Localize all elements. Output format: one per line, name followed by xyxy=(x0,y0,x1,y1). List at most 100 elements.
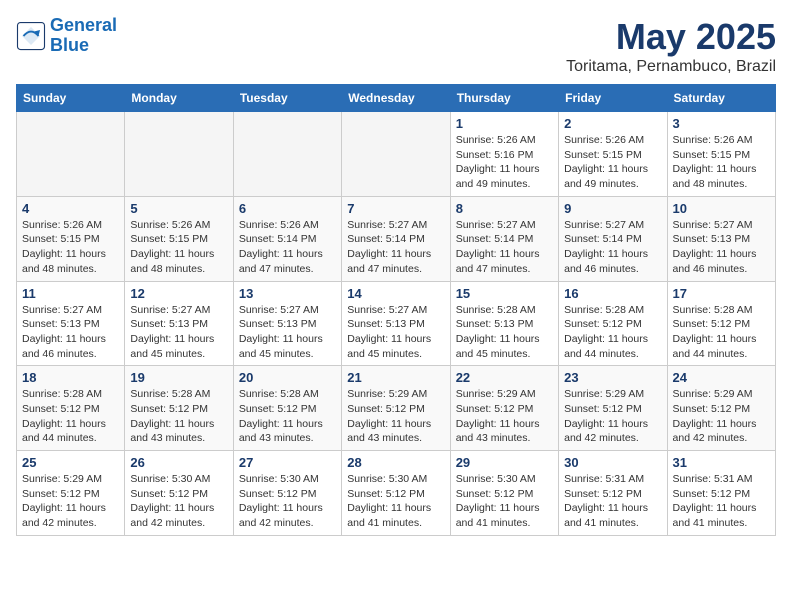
header-day-wednesday: Wednesday xyxy=(342,85,450,112)
day-number: 26 xyxy=(130,455,227,470)
day-number: 17 xyxy=(673,286,770,301)
day-number: 5 xyxy=(130,201,227,216)
day-cell: 14 Sunrise: 5:27 AM Sunset: 5:13 PM Dayli… xyxy=(342,281,450,366)
day-info: Sunrise: 5:31 AM Sunset: 5:12 PM Dayligh… xyxy=(673,472,770,531)
logo-line1: General xyxy=(50,15,117,35)
day-cell xyxy=(233,112,341,197)
day-info: Sunrise: 5:29 AM Sunset: 5:12 PM Dayligh… xyxy=(564,387,661,446)
day-info: Sunrise: 5:28 AM Sunset: 5:12 PM Dayligh… xyxy=(130,387,227,446)
day-cell: 22Sunrise: 5:29 AM Sunset: 5:12 PM Dayli… xyxy=(450,366,558,451)
header-day-tuesday: Tuesday xyxy=(233,85,341,112)
day-number: 16 xyxy=(564,286,661,301)
day-cell: 4 Sunrise: 5:26 AM Sunset: 5:15 PM Daylig… xyxy=(17,196,125,281)
day-cell: 7Sunrise: 5:27 AM Sunset: 5:14 PM Daylig… xyxy=(342,196,450,281)
day-cell: 12 Sunrise: 5:27 AM Sunset: 5:13 PM Dayli… xyxy=(125,281,233,366)
day-number: 21 xyxy=(347,370,444,385)
header-day-sunday: Sunday xyxy=(17,85,125,112)
day-number: 13 xyxy=(239,286,336,301)
day-number: 27 xyxy=(239,455,336,470)
day-number: 23 xyxy=(564,370,661,385)
logo-text: General Blue xyxy=(50,16,117,56)
day-info: Sunrise: 5:26 AM Sunset: 5:16 PM Dayligh… xyxy=(456,133,553,192)
day-cell: 23 Sunrise: 5:29 AM Sunset: 5:12 PM Dayli… xyxy=(559,366,667,451)
day-number: 25 xyxy=(22,455,119,470)
day-cell: 15 Sunrise: 5:28 AM Sunset: 5:13 PM Dayli… xyxy=(450,281,558,366)
week-row-4: 18 Sunrise: 5:28 AM Sunset: 5:12 PM Dayli… xyxy=(17,366,776,451)
day-info: Sunrise: 5:30 AM Sunset: 5:12 PM Dayligh… xyxy=(130,472,227,531)
header-day-saturday: Saturday xyxy=(667,85,775,112)
day-cell: 9 Sunrise: 5:27 AM Sunset: 5:14 PM Daylig… xyxy=(559,196,667,281)
header-day-friday: Friday xyxy=(559,85,667,112)
day-info: Sunrise: 5:29 AM Sunset: 5:12 PM Dayligh… xyxy=(347,387,444,446)
day-cell xyxy=(17,112,125,197)
day-info: Sunrise: 5:27 AM Sunset: 5:14 PM Dayligh… xyxy=(564,218,661,277)
day-info: Sunrise: 5:31 AM Sunset: 5:12 PM Dayligh… xyxy=(564,472,661,531)
logo-line2: Blue xyxy=(50,35,89,55)
day-info: Sunrise: 5:27 AM Sunset: 5:13 PM Dayligh… xyxy=(673,218,770,277)
day-number: 24 xyxy=(673,370,770,385)
day-info: Sunrise: 5:27 AM Sunset: 5:13 PM Dayligh… xyxy=(239,303,336,362)
day-cell: 25 Sunrise: 5:29 AM Sunset: 5:12 PM Dayli… xyxy=(17,451,125,536)
day-number: 30 xyxy=(564,455,661,470)
day-cell: 16 Sunrise: 5:28 AM Sunset: 5:12 PM Dayli… xyxy=(559,281,667,366)
day-number: 2 xyxy=(564,116,661,131)
day-cell: 19 Sunrise: 5:28 AM Sunset: 5:12 PM Dayli… xyxy=(125,366,233,451)
day-cell xyxy=(342,112,450,197)
week-row-2: 4 Sunrise: 5:26 AM Sunset: 5:15 PM Daylig… xyxy=(17,196,776,281)
day-cell: 11Sunrise: 5:27 AM Sunset: 5:13 PM Dayli… xyxy=(17,281,125,366)
day-cell: 30 Sunrise: 5:31 AM Sunset: 5:12 PM Dayli… xyxy=(559,451,667,536)
day-number: 28 xyxy=(347,455,444,470)
day-cell: 29 Sunrise: 5:30 AM Sunset: 5:12 PM Dayli… xyxy=(450,451,558,536)
day-number: 4 xyxy=(22,201,119,216)
day-number: 1 xyxy=(456,116,553,131)
day-info: Sunrise: 5:30 AM Sunset: 5:12 PM Dayligh… xyxy=(239,472,336,531)
day-number: 9 xyxy=(564,201,661,216)
day-number: 19 xyxy=(130,370,227,385)
day-info: Sunrise: 5:28 AM Sunset: 5:12 PM Dayligh… xyxy=(673,303,770,362)
calendar-table: SundayMondayTuesdayWednesdayThursdayFrid… xyxy=(16,84,776,536)
day-info: Sunrise: 5:29 AM Sunset: 5:12 PM Dayligh… xyxy=(673,387,770,446)
day-number: 12 xyxy=(130,286,227,301)
day-cell: 5 Sunrise: 5:26 AM Sunset: 5:15 PM Daylig… xyxy=(125,196,233,281)
main-title: May 2025 xyxy=(566,16,776,58)
day-cell: 8Sunrise: 5:27 AM Sunset: 5:14 PM Daylig… xyxy=(450,196,558,281)
calendar-body: 1 Sunrise: 5:26 AM Sunset: 5:16 PM Daylig… xyxy=(17,112,776,536)
day-number: 18 xyxy=(22,370,119,385)
day-info: Sunrise: 5:26 AM Sunset: 5:14 PM Dayligh… xyxy=(239,218,336,277)
day-cell: 1 Sunrise: 5:26 AM Sunset: 5:16 PM Daylig… xyxy=(450,112,558,197)
week-row-1: 1 Sunrise: 5:26 AM Sunset: 5:16 PM Daylig… xyxy=(17,112,776,197)
day-cell: 13 Sunrise: 5:27 AM Sunset: 5:13 PM Dayli… xyxy=(233,281,341,366)
day-cell: 2 Sunrise: 5:26 AM Sunset: 5:15 PM Daylig… xyxy=(559,112,667,197)
day-number: 22 xyxy=(456,370,553,385)
calendar-header: SundayMondayTuesdayWednesdayThursdayFrid… xyxy=(17,85,776,112)
day-cell: 10 Sunrise: 5:27 AM Sunset: 5:13 PM Dayli… xyxy=(667,196,775,281)
day-cell: 17 Sunrise: 5:28 AM Sunset: 5:12 PM Dayli… xyxy=(667,281,775,366)
day-cell: 26 Sunrise: 5:30 AM Sunset: 5:12 PM Dayli… xyxy=(125,451,233,536)
week-row-5: 25 Sunrise: 5:29 AM Sunset: 5:12 PM Dayli… xyxy=(17,451,776,536)
day-info: Sunrise: 5:28 AM Sunset: 5:13 PM Dayligh… xyxy=(456,303,553,362)
logo: General Blue xyxy=(16,16,117,56)
day-info: Sunrise: 5:27 AM Sunset: 5:13 PM Dayligh… xyxy=(347,303,444,362)
day-number: 8 xyxy=(456,201,553,216)
day-info: Sunrise: 5:27 AM Sunset: 5:13 PM Dayligh… xyxy=(130,303,227,362)
day-info: Sunrise: 5:28 AM Sunset: 5:12 PM Dayligh… xyxy=(239,387,336,446)
day-info: Sunrise: 5:30 AM Sunset: 5:12 PM Dayligh… xyxy=(456,472,553,531)
day-number: 10 xyxy=(673,201,770,216)
day-number: 6 xyxy=(239,201,336,216)
day-info: Sunrise: 5:26 AM Sunset: 5:15 PM Dayligh… xyxy=(22,218,119,277)
day-info: Sunrise: 5:28 AM Sunset: 5:12 PM Dayligh… xyxy=(564,303,661,362)
day-info: Sunrise: 5:30 AM Sunset: 5:12 PM Dayligh… xyxy=(347,472,444,531)
day-cell: 28 Sunrise: 5:30 AM Sunset: 5:12 PM Dayli… xyxy=(342,451,450,536)
day-info: Sunrise: 5:26 AM Sunset: 5:15 PM Dayligh… xyxy=(130,218,227,277)
day-info: Sunrise: 5:26 AM Sunset: 5:15 PM Dayligh… xyxy=(564,133,661,192)
day-info: Sunrise: 5:29 AM Sunset: 5:12 PM Dayligh… xyxy=(22,472,119,531)
day-number: 29 xyxy=(456,455,553,470)
day-info: Sunrise: 5:28 AM Sunset: 5:12 PM Dayligh… xyxy=(22,387,119,446)
day-number: 14 xyxy=(347,286,444,301)
day-number: 15 xyxy=(456,286,553,301)
day-info: Sunrise: 5:27 AM Sunset: 5:13 PM Dayligh… xyxy=(22,303,119,362)
day-cell: 27 Sunrise: 5:30 AM Sunset: 5:12 PM Dayli… xyxy=(233,451,341,536)
header-day-thursday: Thursday xyxy=(450,85,558,112)
subtitle: Toritama, Pernambuco, Brazil xyxy=(566,58,776,76)
header-row: SundayMondayTuesdayWednesdayThursdayFrid… xyxy=(17,85,776,112)
